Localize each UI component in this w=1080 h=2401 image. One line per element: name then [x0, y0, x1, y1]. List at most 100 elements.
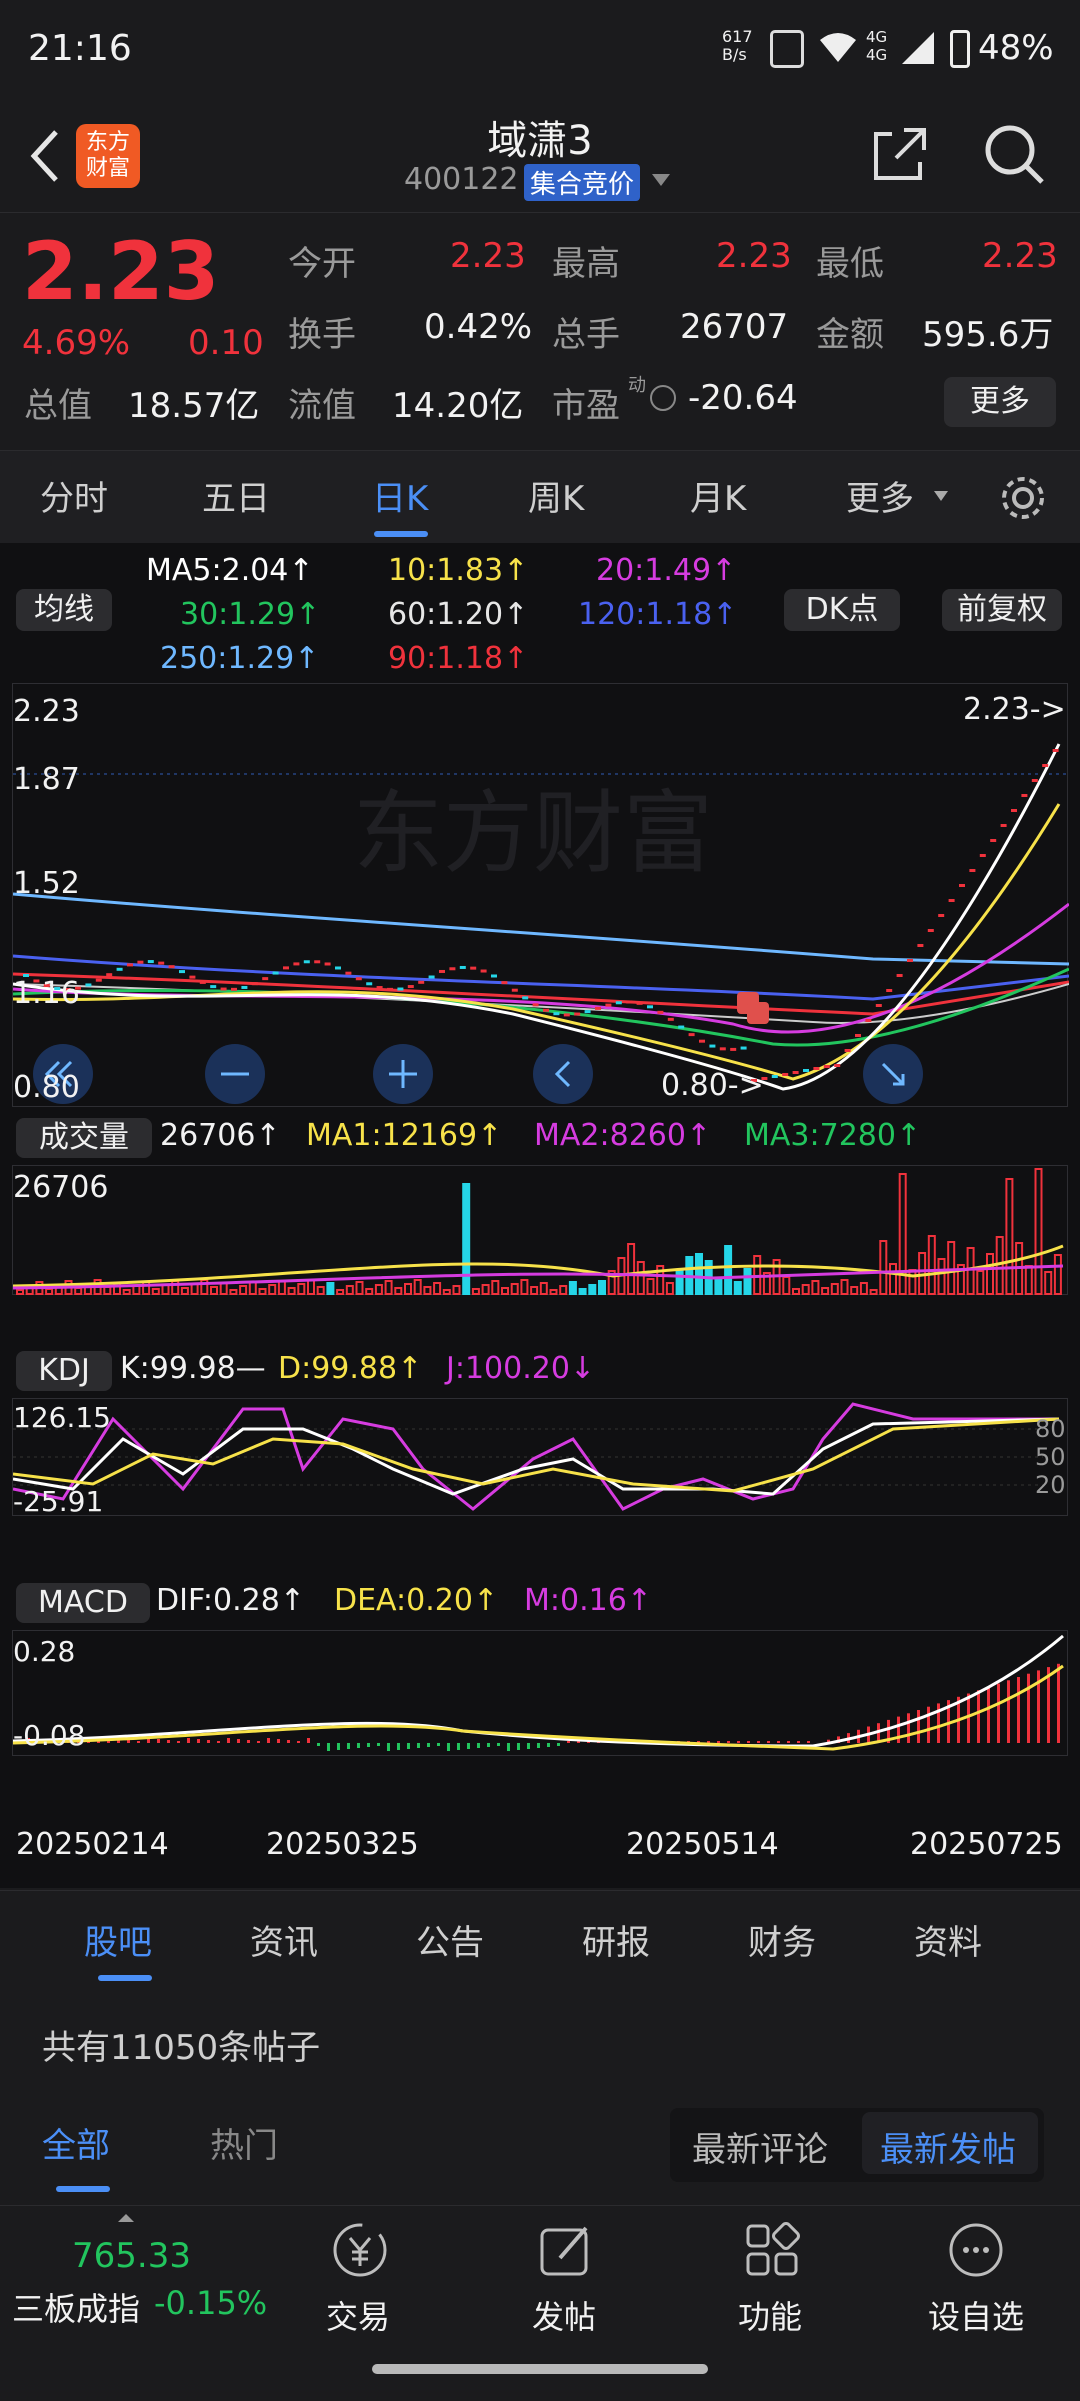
macd-m-legend: M:0.16↑: [524, 1583, 652, 1618]
info-icon[interactable]: [650, 385, 676, 411]
tab-research[interactable]: 研报: [582, 1915, 650, 1964]
dk-point-button[interactable]: DK点: [784, 589, 900, 631]
volume-bar: [413, 1279, 422, 1295]
candle: [220, 987, 227, 991]
candle: [283, 966, 289, 970]
share-icon[interactable]: [868, 124, 930, 186]
macd-bar: [437, 1743, 440, 1746]
index-value[interactable]: 765.33: [72, 2236, 191, 2276]
scroll-left-button[interactable]: [533, 1044, 593, 1104]
tab-announcements[interactable]: 公告: [416, 1915, 484, 1964]
volume-bar: [316, 1286, 325, 1295]
volume-bar: [151, 1288, 160, 1295]
volume-bar: [908, 1269, 917, 1295]
volume-svg: [12, 1168, 1064, 1295]
candle: [106, 973, 113, 977]
amount-value: 595.6万: [922, 315, 1054, 355]
volume-selector[interactable]: 成交量: [16, 1118, 152, 1158]
candle: [605, 1003, 612, 1007]
tab-news[interactable]: 资讯: [250, 1915, 318, 1964]
kline-panel[interactable]: 东方财富 2.23 1.87 1.52 1.16 0.80 2.23-> 0.8…: [12, 683, 1070, 1107]
volume-bar: [336, 1289, 345, 1295]
volume-bar: [219, 1282, 228, 1295]
macd-selector[interactable]: MACD: [16, 1583, 150, 1623]
tab-forum[interactable]: 股吧: [84, 1915, 152, 1964]
tab-daily-k[interactable]: 日K: [372, 471, 428, 520]
candle: [709, 1044, 716, 1048]
ma-selector[interactable]: 均线: [16, 589, 112, 631]
filter-hot[interactable]: 热门: [210, 2118, 278, 2167]
adjust-button[interactable]: 前复权: [942, 589, 1062, 631]
macd-bar: [997, 1683, 1000, 1743]
tab-five-day[interactable]: 五日: [202, 471, 270, 520]
macd-bar: [527, 1743, 530, 1749]
tab-profile[interactable]: 资料: [914, 1915, 982, 1964]
macd-bar: [557, 1743, 560, 1746]
nav-post[interactable]: 发帖: [532, 2292, 596, 2338]
volume-bar: [598, 1280, 606, 1295]
volume-bar: [1034, 1168, 1043, 1295]
volume-panel[interactable]: 26706: [12, 1165, 1068, 1295]
candle: [563, 1013, 570, 1017]
battery-level: 48%: [978, 28, 1054, 68]
chevron-down-icon[interactable]: [934, 491, 948, 501]
kdj-panel[interactable]: 126.15 -25.91 80 50 20: [12, 1398, 1068, 1518]
nav-functions[interactable]: 功能: [738, 2292, 802, 2338]
bottom-nav: 765.33 三板成指 -0.15% 交易 发帖 功能 设自选: [0, 2205, 1080, 2401]
volume-bar: [636, 1261, 645, 1295]
kdj-selector[interactable]: KDJ: [16, 1351, 112, 1391]
volume-bar: [326, 1282, 335, 1295]
change-amount: 0.10: [188, 323, 264, 363]
edit-icon[interactable]: [536, 2220, 596, 2280]
candle: [251, 982, 258, 986]
date-tick-2: 20250325: [266, 1827, 419, 1862]
tab-intraday[interactable]: 分时: [40, 471, 108, 520]
search-icon[interactable]: [982, 122, 1048, 188]
pe-value: -20.64: [688, 378, 798, 418]
volume-axis-max: 26706: [13, 1170, 109, 1205]
home-indicator[interactable]: [372, 2364, 708, 2374]
volume-bar: [976, 1270, 985, 1295]
back-icon[interactable]: [22, 126, 70, 186]
volume-bar: [394, 1287, 403, 1295]
nav-watchlist[interactable]: 设自选: [928, 2292, 1024, 2338]
volume-bar: [491, 1280, 500, 1295]
more-icon[interactable]: [946, 2220, 1006, 2280]
volume-bar: [16, 1289, 24, 1295]
chevron-up-icon[interactable]: [118, 2214, 134, 2222]
index-pct[interactable]: -0.15%: [154, 2284, 267, 2322]
candle: [543, 1008, 549, 1012]
signal-icon: [900, 30, 936, 66]
macd-panel[interactable]: 0.28 -0.08: [12, 1630, 1068, 1756]
candle: [501, 981, 508, 985]
macd-bar: [297, 1741, 300, 1743]
tab-monthly-k[interactable]: 月K: [690, 471, 746, 520]
candle: [896, 974, 903, 977]
tab-finance[interactable]: 财务: [748, 1915, 816, 1964]
macd-bar: [477, 1743, 480, 1748]
more-button[interactable]: 更多: [944, 377, 1056, 427]
nav-trade[interactable]: 交易: [326, 2292, 390, 2338]
macd-bar: [717, 1741, 720, 1743]
grid-icon[interactable]: [742, 2220, 802, 2280]
candle: [116, 967, 123, 971]
gear-icon[interactable]: [998, 473, 1048, 523]
sort-latest-post[interactable]: 最新发帖: [880, 2122, 1016, 2171]
b-marker[interactable]: [747, 1002, 769, 1024]
filter-all[interactable]: 全部: [42, 2118, 110, 2167]
index-name[interactable]: 三板成指: [12, 2284, 140, 2330]
volume-value-legend: 26706↑: [160, 1118, 281, 1153]
macd-bar: [407, 1743, 410, 1749]
yuan-icon[interactable]: [330, 2220, 390, 2280]
tag-dropdown-icon[interactable]: [652, 174, 670, 186]
sort-latest-comment[interactable]: 最新评论: [692, 2122, 828, 2171]
tab-more[interactable]: 更多: [846, 471, 914, 520]
candle: [834, 1064, 841, 1067]
volume-bar: [559, 1285, 568, 1295]
auction-tag[interactable]: 集合竞价: [524, 164, 641, 201]
volume-label: 总手: [552, 315, 620, 355]
candle: [1021, 794, 1028, 797]
battery-icon: [950, 30, 970, 68]
volume-bar: [530, 1286, 539, 1295]
tab-weekly-k[interactable]: 周K: [528, 471, 584, 520]
